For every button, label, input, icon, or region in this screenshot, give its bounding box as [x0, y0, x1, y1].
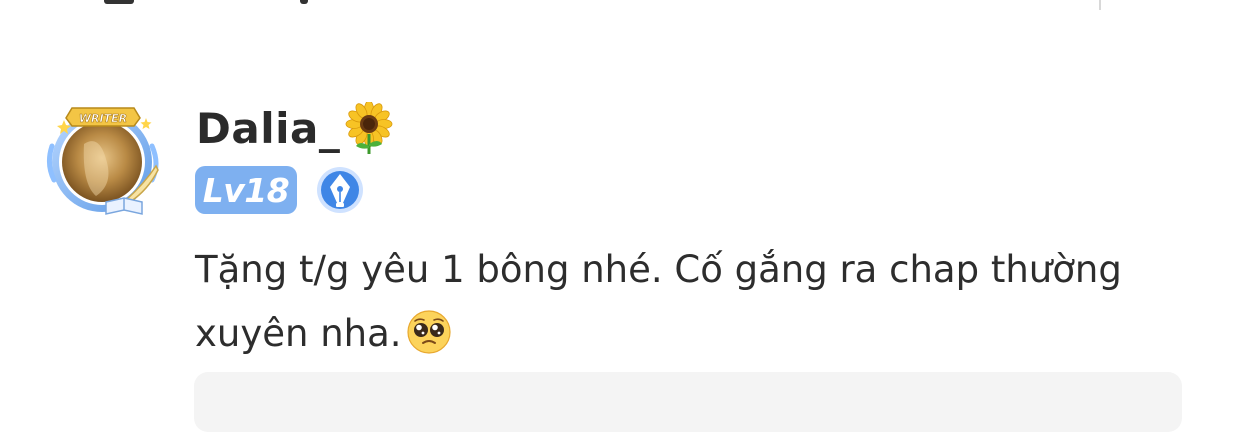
comment-body: Tặng t/g yêu 1 bông nhé. Cố gắng ra chap… [195, 248, 1122, 355]
avatar[interactable]: WRITER [44, 104, 164, 220]
reply-box[interactable] [194, 372, 1182, 432]
username[interactable]: Dalia_ [196, 104, 340, 153]
sunflower-icon [345, 102, 393, 154]
level-badge[interactable]: Lv18 [195, 166, 297, 214]
divider [1099, 0, 1101, 10]
writer-label: WRITER [79, 112, 127, 125]
user-badges: Lv18 [195, 165, 365, 215]
text-fragment [104, 0, 134, 4]
pleading-face-icon [406, 310, 451, 354]
writer-ribbon: WRITER [65, 107, 141, 127]
comment-text: Tặng t/g yêu 1 bông nhé. Cố gắng ra chap… [195, 238, 1205, 366]
book-icon [105, 197, 143, 215]
username-row: Dalia_ [196, 102, 394, 154]
text-fragment [300, 0, 308, 4]
previous-comment-remnant [0, 0, 1242, 14]
pen-nib-badge-icon[interactable] [315, 165, 365, 215]
